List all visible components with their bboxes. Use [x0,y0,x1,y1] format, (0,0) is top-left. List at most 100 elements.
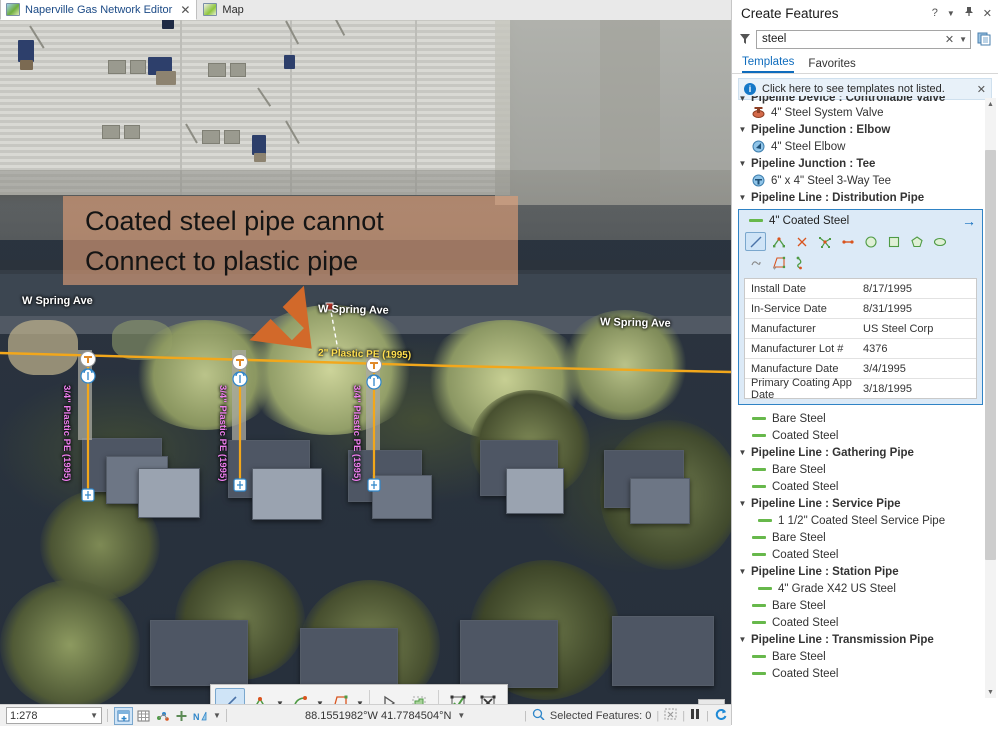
template-item[interactable]: Coated Steel [738,478,985,495]
tab-map[interactable]: Map [197,0,250,20]
add-point-icon[interactable] [173,708,190,724]
search-input[interactable]: steel ✕ ▼ [756,30,971,49]
scroll-up-arrow[interactable]: ▲ [985,98,996,110]
trace-tool[interactable] [404,688,434,704]
pin-icon[interactable] [964,6,974,20]
arc-tool[interactable] [285,688,315,704]
attribute-value[interactable]: US Steel Corp [863,323,976,335]
tab-naperville-gas-network-editor[interactable]: Naperville Gas Network Editor ✕ [0,0,197,20]
scale-value: 1:278 [10,710,38,722]
filter-icon[interactable] [738,33,751,46]
attribute-value[interactable]: 8/17/1995 [863,283,976,295]
streaming-tool[interactable] [791,253,812,272]
template-group-header[interactable]: ▼ Pipeline Line : Service Pipe [738,495,985,512]
chevron-down-icon[interactable]: ▼ [355,689,365,704]
chevron-down-icon[interactable]: ▼ [213,711,221,720]
trace-tool[interactable] [814,232,835,251]
cancel-sketch-button[interactable] [473,688,503,704]
line-tool[interactable] [215,688,245,704]
selection-tool[interactable] [114,707,133,725]
line-swatch [752,468,766,471]
template-list[interactable]: ▼ Pipeline Device : Controllable Valve 4… [732,96,998,700]
graph-icon[interactable] [154,708,171,724]
coordinate-readout[interactable]: 88.1551982°W 41.7784504°N ▼ [305,705,465,726]
polyline-vertex-tool[interactable] [245,688,275,704]
arrow-right-icon[interactable]: → [962,215,976,227]
template-item[interactable]: Coated Steel [738,427,985,444]
table-row[interactable]: In-Service Date 8/31/1995 [745,299,976,319]
copy-templates-icon[interactable] [976,32,992,47]
north-arrow-icon[interactable]: N [192,708,209,724]
close-icon[interactable]: ✕ [983,7,992,20]
right-angle-tool[interactable] [768,253,789,272]
template-group-header[interactable]: ▼ Pipeline Junction : Elbow [738,121,985,138]
map-view[interactable]: W Spring Ave W Spring Ave W Spring Ave 2… [0,20,731,704]
table-row[interactable]: Manufacturer Lot # 4376 [745,339,976,359]
tab-favorites[interactable]: Favorites [808,58,855,73]
template-group-header[interactable]: ▼ Pipeline Line : Distribution Pipe [738,189,985,206]
chevron-down-icon[interactable]: ▼ [315,689,325,704]
scroll-down-arrow[interactable]: ▼ [985,686,996,698]
scale-selector[interactable]: 1:278 ▼ [6,707,102,724]
close-icon[interactable]: ✕ [977,83,986,96]
clear-selection-icon[interactable] [664,708,677,723]
template-item[interactable]: 6" x 4" Steel 3-Way Tee [738,172,985,189]
ellipse-tool[interactable] [929,232,950,251]
help-icon[interactable]: ? [932,7,938,19]
chevron-down-icon[interactable]: ▼ [275,689,285,704]
rectangle-tool[interactable] [883,232,904,251]
template-item[interactable]: Bare Steel [738,597,985,614]
template-item[interactable]: 4" Grade X42 US Steel [738,580,985,597]
refresh-icon[interactable] [714,708,727,723]
chevron-down-icon[interactable]: ▼ [959,35,967,44]
attribute-table-icon[interactable] [135,708,152,724]
template-item[interactable]: Coated Steel [738,546,985,563]
table-row[interactable]: Primary Coating App Date 3/18/1995 [745,379,976,398]
tee-icon [752,174,765,187]
group-label: Pipeline Line : Transmission Pipe [751,634,934,646]
template-group-header[interactable]: ▼ Pipeline Line : Gathering Pipe [738,444,985,461]
template-group-header[interactable]: ▼ Pipeline Line : Station Pipe [738,563,985,580]
select-tool[interactable] [374,688,404,704]
pane-tabs: Templates Favorites [732,52,998,74]
template-item[interactable]: Bare Steel [738,410,985,427]
template-group-header[interactable]: ▼ Pipeline Line : Transmission Pipe [738,631,985,648]
menu-chevron-icon[interactable]: ▼ [947,9,955,18]
pause-drawing-icon[interactable] [690,708,701,723]
template-item[interactable]: Bare Steel [738,529,985,546]
line-tool[interactable] [745,232,766,251]
x-tool[interactable] [791,232,812,251]
attribute-key: Manufacturer Lot # [745,343,863,355]
close-icon[interactable]: ✕ [180,4,190,16]
tab-templates[interactable]: Templates [742,56,794,73]
template-item[interactable]: 4" Steel Elbow [738,138,985,155]
template-item[interactable]: Bare Steel [738,461,985,478]
attribute-value[interactable]: 4376 [863,343,976,355]
template-item[interactable]: Coated Steel [738,665,985,682]
clear-search-icon[interactable]: ✕ [945,33,954,46]
attribute-value[interactable]: 3/18/1995 [863,383,976,395]
two-point-line-tool[interactable] [837,232,858,251]
template-item[interactable]: 4" Steel System Valve [738,104,985,121]
circle-tool[interactable] [860,232,881,251]
table-row[interactable]: Manufacturer US Steel Corp [745,319,976,339]
polyline-tool[interactable] [768,232,789,251]
template-group-header[interactable]: ▼ Pipeline Junction : Tee [738,155,985,172]
right-angle-line-tool[interactable] [325,688,355,704]
attribute-value[interactable]: 8/31/1995 [863,303,976,315]
template-item[interactable]: 1 1/2" Coated Steel Service Pipe [738,512,985,529]
template-group-header[interactable]: ▼ Pipeline Device : Controllable Valve [738,96,985,104]
template-item[interactable]: Coated Steel [738,614,985,631]
table-row[interactable]: Install Date 8/17/1995 [745,279,976,299]
freehand-tool[interactable] [745,253,766,272]
finish-sketch-button[interactable] [443,688,473,704]
line-swatch [752,604,766,607]
selected-template-card[interactable]: 4" Coated Steel → [738,209,983,405]
template-item[interactable]: Bare Steel [738,648,985,665]
selected-template-header[interactable]: 4" Coated Steel → [739,210,982,229]
chevron-down-icon[interactable]: ▼ [457,711,465,720]
template-label: Coated Steel [772,481,839,493]
scrollbar-thumb[interactable] [985,150,996,560]
polygon-tool[interactable] [906,232,927,251]
attribute-value[interactable]: 3/4/1995 [863,363,976,375]
